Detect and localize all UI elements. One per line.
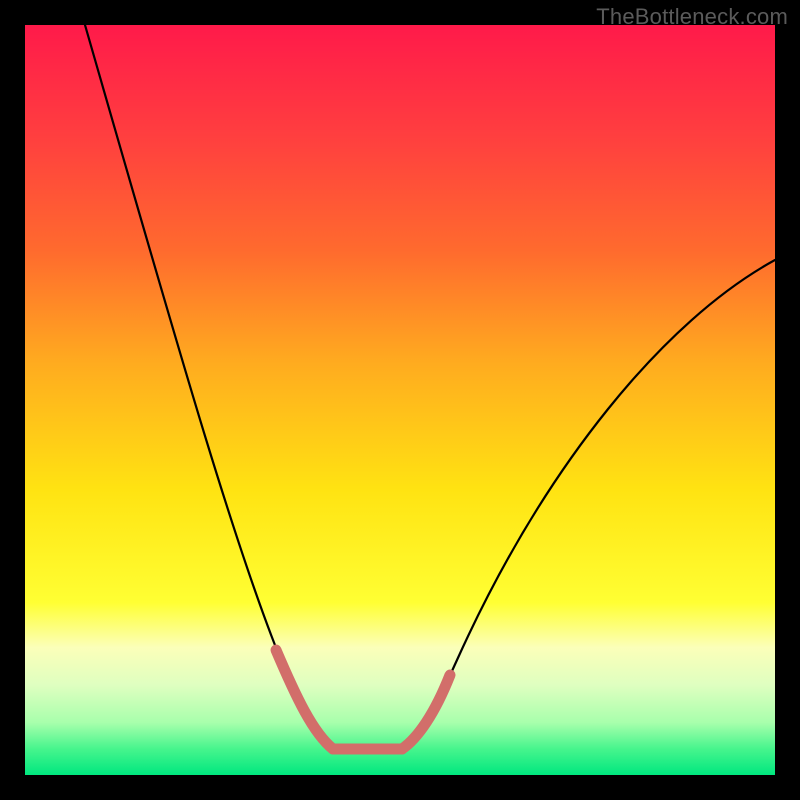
gradient-bg [25, 25, 775, 775]
plot-svg [25, 25, 775, 775]
plot-area [25, 25, 775, 775]
